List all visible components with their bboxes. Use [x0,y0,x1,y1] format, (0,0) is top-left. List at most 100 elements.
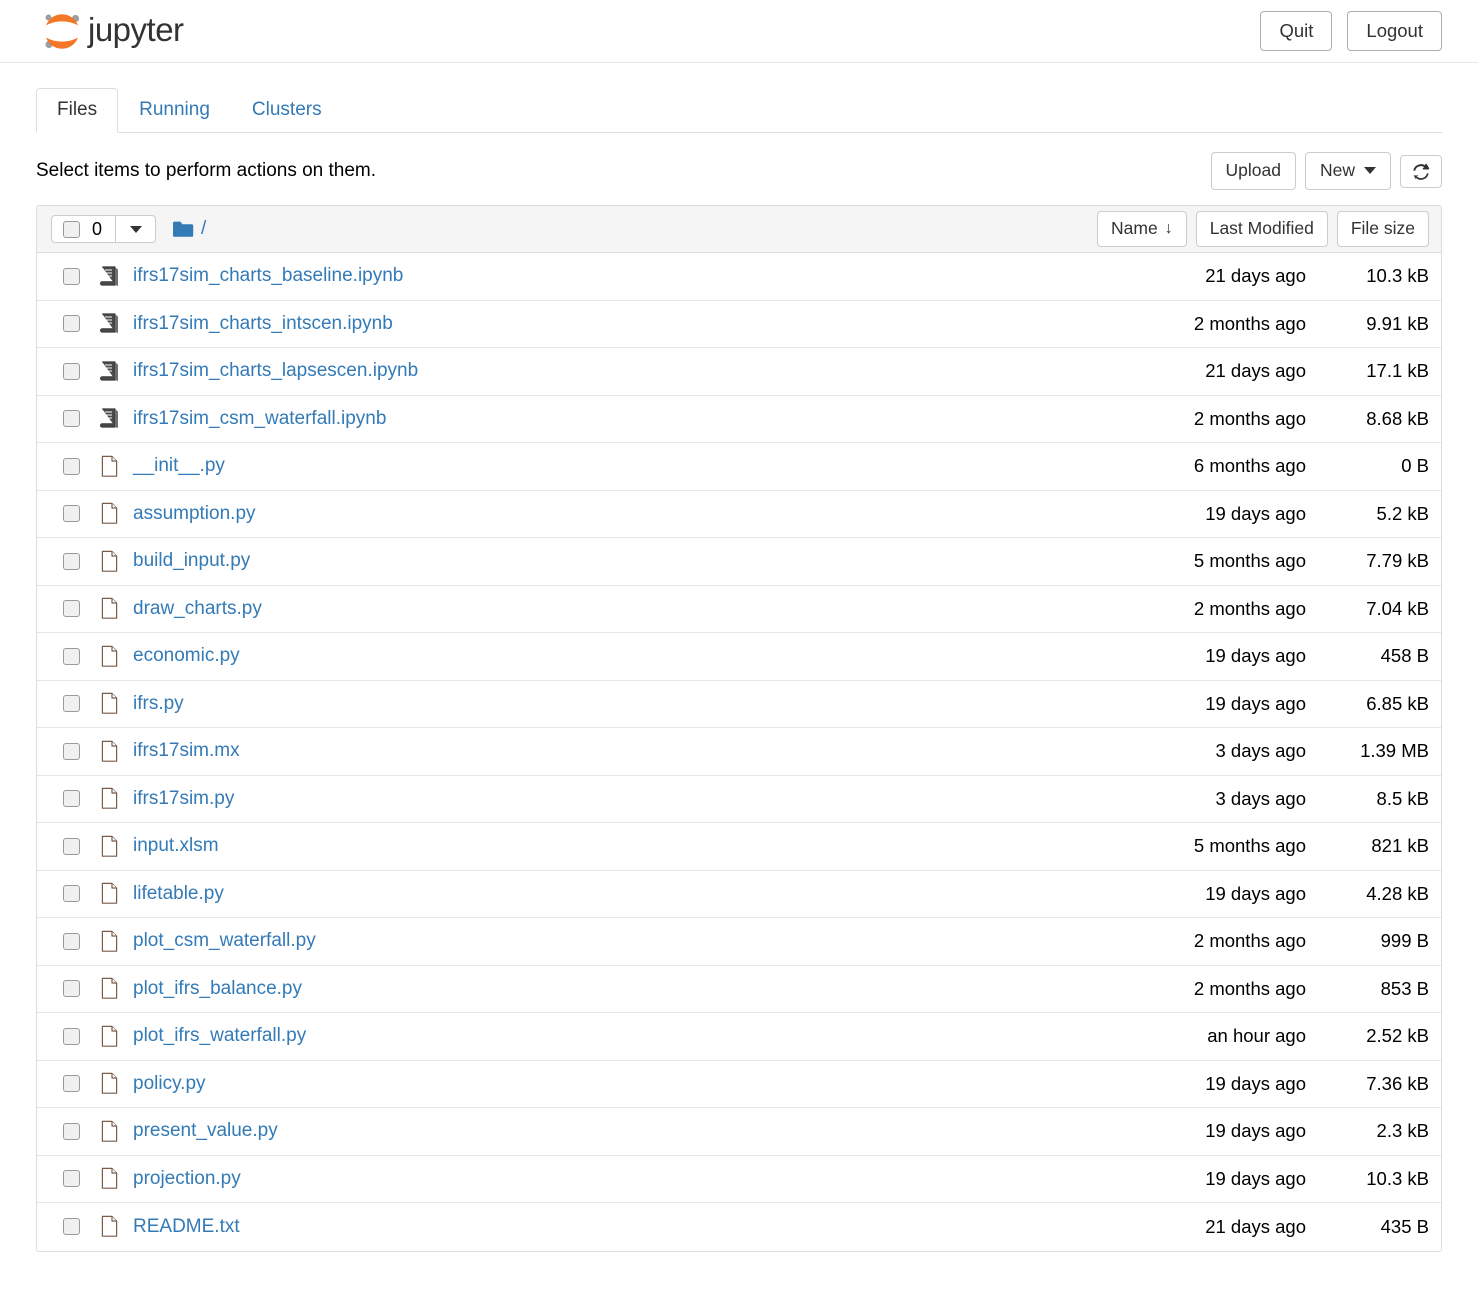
checkbox-unchecked-icon[interactable] [63,932,80,950]
checkbox-unchecked-icon[interactable] [63,410,80,428]
checkbox-unchecked-icon[interactable] [63,1122,80,1140]
refresh-button[interactable] [1400,154,1442,188]
file-name-link[interactable]: ifrs17sim_charts_intscen.ipynb [133,313,393,334]
file-last-modified: 6 months ago [1193,455,1306,477]
file-name-link[interactable]: build_input.py [133,550,250,571]
file-row[interactable]: plot_ifrs_waterfall.py an hour ago 2.52 kB [37,1013,1441,1061]
file-last-modified: 3 days ago [1215,787,1306,809]
checkbox-unchecked-icon[interactable] [63,885,80,903]
file-row[interactable]: plot_ifrs_balance.py 2 months ago 853 B [37,966,1441,1013]
file-row-icon-cell [99,740,133,763]
file-row-checkbox-cell [51,267,99,285]
checkbox-unchecked-icon[interactable] [63,457,80,475]
file-name-link[interactable]: plot_ifrs_waterfall.py [133,1025,306,1046]
file-row[interactable]: draw_charts.py 2 months ago 7.04 kB [37,586,1441,633]
checkbox-unchecked-icon[interactable] [63,647,80,665]
select-all-dropdown-button[interactable] [116,215,157,243]
file-name-link[interactable]: __init__.py [133,455,225,476]
file-row[interactable]: input.xlsm 5 months ago 821 kB [37,823,1441,871]
select-all-checkbox-icon[interactable] [63,220,80,238]
file-name-link[interactable]: plot_ifrs_balance.py [133,978,302,999]
new-dropdown-button[interactable]: New [1304,152,1391,190]
sort-by-size-button[interactable]: File size [1336,211,1429,247]
file-row[interactable]: ifrs17sim_csm_waterfall.ipynb 2 months ag… [37,396,1441,443]
file-name-link[interactable]: ifrs17sim_charts_baseline.ipynb [133,265,403,286]
file-row-name-cell: ifrs17sim_charts_lapsescen.ipynb [133,360,1124,382]
file-size: 8.5 kB [1376,787,1429,809]
select-all-group: 0 [51,215,157,243]
checkbox-unchecked-icon[interactable] [63,790,80,808]
checkbox-unchecked-icon[interactable] [63,837,80,855]
file-last-modified: 5 months ago [1193,835,1306,857]
file-name-link[interactable]: ifrs17sim.py [133,788,234,809]
file-row[interactable]: __init__.py 6 months ago 0 B [37,443,1441,491]
file-name-link[interactable]: lifetable.py [133,883,224,904]
file-row[interactable]: ifrs17sim_charts_lapsescen.ipynb 21 days … [37,348,1441,396]
logout-button[interactable]: Logout [1347,10,1442,52]
file-name-link[interactable]: ifrs17sim_csm_waterfall.ipynb [133,408,386,429]
file-row-checkbox-cell [51,837,99,855]
file-name-link[interactable]: README.txt [133,1216,240,1237]
checkbox-unchecked-icon[interactable] [63,742,80,760]
upload-button[interactable]: Upload [1210,152,1296,190]
file-row[interactable]: assumption.py 19 days ago 5.2 kB [37,491,1441,538]
breadcrumb-root-link[interactable]: / [201,218,206,240]
checkbox-unchecked-icon[interactable] [63,695,80,713]
checkbox-unchecked-icon[interactable] [63,362,80,380]
file-row[interactable]: README.txt 21 days ago 435 B [37,1203,1441,1251]
selected-count: 0 [92,219,103,239]
checkbox-unchecked-icon[interactable] [63,267,80,285]
checkbox-unchecked-icon[interactable] [63,1027,80,1045]
file-row[interactable]: lifetable.py 19 days ago 4.28 kB [37,871,1441,918]
file-row[interactable]: ifrs17sim.py 3 days ago 8.5 kB [37,776,1441,823]
file-name-link[interactable]: plot_csm_waterfall.py [133,930,316,951]
checkbox-unchecked-icon[interactable] [63,600,80,618]
file-last-modified: 19 days ago [1205,1167,1306,1189]
file-row[interactable]: policy.py 19 days ago 7.36 kB [37,1061,1441,1108]
sort-by-modified-button[interactable]: Last Modified [1195,211,1328,247]
file-row-icon-cell [99,835,133,858]
sort-by-name-button[interactable]: Name ↓ [1097,211,1187,247]
file-last-modified: 21 days ago [1205,360,1306,382]
file-row[interactable]: plot_csm_waterfall.py 2 months ago 999 B [37,918,1441,966]
file-row-name-cell: present_value.py [133,1120,1124,1142]
file-row[interactable]: build_input.py 5 months ago 7.79 kB [37,538,1441,586]
file-row[interactable]: ifrs17sim_charts_baseline.ipynb 21 days a… [37,253,1441,301]
file-row[interactable]: projection.py 19 days ago 10.3 kB [37,1156,1441,1203]
checkbox-unchecked-icon[interactable] [63,1170,80,1188]
file-name-link[interactable]: input.xlsm [133,835,219,856]
tab-running[interactable]: Running [118,88,231,133]
file-name-link[interactable]: ifrs17sim_charts_lapsescen.ipynb [133,360,418,381]
checkbox-unchecked-icon[interactable] [63,315,80,333]
file-row[interactable]: ifrs.py 19 days ago 6.85 kB [37,681,1441,728]
file-row-checkbox-cell [51,1027,99,1045]
checkbox-unchecked-icon[interactable] [63,980,80,998]
checkbox-unchecked-icon[interactable] [63,505,80,523]
jupyter-brand[interactable]: jupyter [36,8,184,54]
file-name-link[interactable]: policy.py [133,1073,206,1094]
file-name-link[interactable]: projection.py [133,1168,241,1189]
file-last-modified: 19 days ago [1205,1120,1306,1142]
file-last-modified: 21 days ago [1205,265,1306,287]
file-name-link[interactable]: draw_charts.py [133,598,262,619]
tab-clusters[interactable]: Clusters [231,88,343,133]
file-row[interactable]: ifrs17sim_charts_intscen.ipynb 2 months a… [37,301,1441,348]
file-name-link[interactable]: assumption.py [133,503,256,524]
select-all-button[interactable]: 0 [51,215,117,243]
file-row-checkbox-cell [51,1170,99,1188]
file-name-link[interactable]: present_value.py [133,1120,278,1141]
file-row[interactable]: economic.py 19 days ago 458 B [37,633,1441,681]
file-row[interactable]: present_value.py 19 days ago 2.3 kB [37,1108,1441,1156]
file-row-icon-cell [99,312,133,335]
quit-button[interactable]: Quit [1260,10,1333,52]
file-name-link[interactable]: economic.py [133,645,240,666]
tab-files[interactable]: Files [36,88,119,133]
checkbox-unchecked-icon[interactable] [63,1075,80,1093]
file-list: 0 / Name ↓ Last Modified File size ifrs1… [36,205,1442,1252]
checkbox-unchecked-icon[interactable] [63,552,80,570]
file-name-link[interactable]: ifrs17sim.mx [133,740,240,761]
file-name-link[interactable]: ifrs.py [133,693,184,714]
file-row[interactable]: ifrs17sim.mx 3 days ago 1.39 MB [37,728,1441,776]
file-row-icon-cell [99,407,133,430]
checkbox-unchecked-icon[interactable] [63,1218,80,1236]
